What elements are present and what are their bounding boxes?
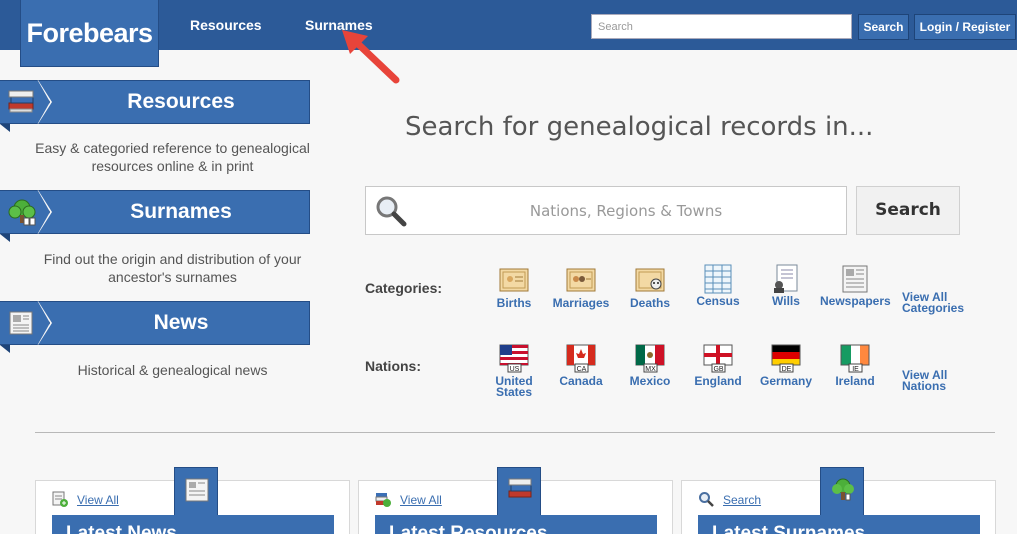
section-divider (35, 432, 995, 433)
census-sheet-icon (704, 264, 732, 294)
ribbon-fold (0, 124, 10, 132)
nation-label: England (683, 374, 753, 388)
category-label: Wills (772, 294, 800, 308)
flag-code: US (510, 366, 520, 373)
nations-label: Nations: (365, 358, 421, 374)
sidebar-banner-resources[interactable]: Resources (0, 80, 310, 132)
nation-label-line: England (694, 374, 742, 388)
category-label: Marriages (552, 296, 610, 310)
england-flag-icon: GB (703, 344, 733, 373)
mexico-flag-icon: MX (635, 344, 665, 373)
nation-label: United States (479, 375, 549, 399)
latest-news-heading: Latest News (52, 515, 334, 534)
ribbon-fold (0, 234, 10, 242)
sidebar-description-surnames: Find out the origin and distribution of … (43, 251, 302, 285)
flag-code: IE (852, 366, 859, 373)
sidebar-banner-surnames[interactable]: Surnames (0, 190, 310, 242)
marriage-certificate-icon (566, 268, 596, 292)
newspaper-icon (842, 265, 868, 293)
canada-flag-icon: CA (566, 344, 596, 373)
page-headline: Search for genealogical records in... (405, 112, 874, 142)
ireland-flag-icon: IE (840, 344, 870, 373)
death-certificate-icon (635, 268, 665, 292)
nation-label-line: Mexico (629, 374, 671, 388)
search-icon (699, 492, 714, 507)
view-all-news-link[interactable]: View All (77, 493, 119, 507)
birth-certificate-icon (499, 268, 529, 292)
ribbon-fold (0, 345, 10, 353)
family-tree-icon (832, 478, 854, 501)
sidebar-description-news: Historical & genealogical news (77, 362, 268, 378)
will-document-icon (774, 264, 798, 293)
family-tree-icon (8, 199, 36, 226)
latest-surnames-card: Search Latest Surnames (681, 467, 996, 534)
nation-label-line: Canada (559, 374, 603, 388)
newspaper-icon (185, 478, 209, 502)
main-search-box (365, 186, 847, 235)
login-register-button[interactable]: Login / Register (914, 14, 1016, 40)
header-search-button[interactable]: Search (858, 14, 909, 40)
sidebar-description-resources: Easy & categoried reference to genealogi… (35, 140, 310, 174)
book-icon (8, 90, 34, 113)
nav-resources[interactable]: Resources (190, 17, 262, 33)
latest-resources-card: View All Latest Resources (358, 467, 673, 534)
category-label: Census (696, 294, 740, 308)
add-resource-icon (375, 493, 391, 507)
view-all-line: Categories (902, 301, 965, 315)
categories-label: Categories: (365, 280, 443, 296)
sidebar-title: Resources (38, 80, 310, 124)
us-flag-icon: US (499, 344, 529, 373)
nation-label: Germany (751, 374, 821, 388)
category-label: Newspapers (820, 294, 891, 308)
sidebar-title: News (38, 301, 310, 345)
flag-code: DE (782, 366, 792, 373)
book-icon (508, 478, 532, 498)
nation-label-line: States (495, 385, 533, 399)
category-label: Deaths (629, 296, 670, 310)
annotation-arrow-icon (342, 30, 400, 84)
main-search-button[interactable]: Search (856, 186, 960, 235)
main-search-input[interactable] (416, 187, 836, 234)
sidebar-banner-news[interactable]: News (0, 301, 310, 353)
nation-label: Canada (546, 374, 616, 388)
latest-surnames-heading: Latest Surnames (698, 515, 980, 534)
latest-resources-heading: Latest Resources (375, 515, 657, 534)
nation-label-line: Ireland (835, 374, 875, 388)
sidebar-title: Surnames (38, 190, 310, 234)
category-label: Births (496, 296, 532, 310)
view-all-line: Nations (902, 379, 947, 393)
magnifier-icon (376, 196, 407, 227)
site-logo[interactable]: Forebears (20, 0, 159, 67)
flag-code: GB (713, 366, 723, 373)
germany-flag-icon: DE (771, 344, 801, 373)
nation-label: Ireland (820, 374, 890, 388)
nation-label: Mexico (615, 374, 685, 388)
view-all-nations-link[interactable]: View All Nations (902, 369, 947, 393)
latest-news-card: View All Latest News (35, 467, 350, 534)
nation-label-line: Germany (759, 374, 813, 388)
newspaper-icon (9, 311, 33, 335)
header-search-input[interactable] (591, 14, 852, 39)
view-all-resources-link[interactable]: View All (400, 493, 442, 507)
search-surnames-link[interactable]: Search (723, 493, 761, 507)
flag-code: MX (645, 366, 656, 373)
flag-code: CA (577, 366, 587, 373)
view-all-categories-link[interactable]: View All Categories (902, 291, 965, 315)
add-news-icon (52, 491, 68, 507)
